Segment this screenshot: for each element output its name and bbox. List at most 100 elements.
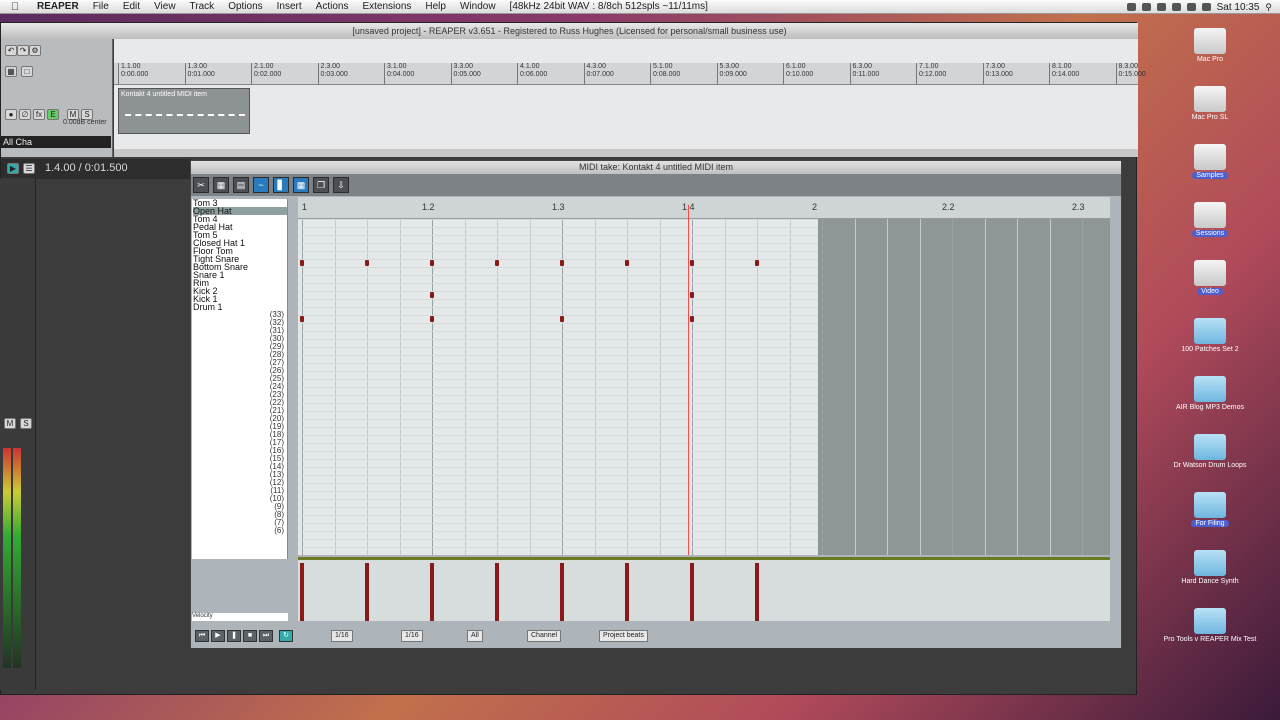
desktop-icon[interactable]: AIR Blog MP3 Demos (1140, 376, 1280, 411)
env-icon[interactable]: E (47, 109, 59, 120)
velocity-bar[interactable] (495, 563, 499, 621)
velocity-bar[interactable] (300, 563, 304, 621)
arrange-view[interactable]: 1.1.00 0:00.000 1.3.00 0:01.000 2.1.00 0:02.0… (114, 39, 1146, 157)
hat-note[interactable] (690, 260, 694, 266)
hat-note[interactable] (365, 260, 369, 266)
download-icon[interactable]: ⇩ (333, 177, 349, 193)
channel-select[interactable]: Channel (527, 630, 562, 642)
desktop-icon[interactable]: Mac Pro SL (1140, 86, 1280, 121)
piano-roll[interactable]: 11.21.31.422.22.3 (298, 197, 1110, 555)
wifi-icon[interactable] (1186, 3, 1196, 11)
clock[interactable]: Sat 10:35 (1217, 2, 1260, 13)
battery-icon[interactable] (1201, 3, 1211, 11)
menu-edit[interactable]: Edit (116, 1, 147, 12)
grid-icon[interactable]: ▦ (213, 177, 229, 193)
snap-icon[interactable]: ▦ (293, 177, 309, 193)
kick-note[interactable] (430, 316, 434, 322)
velocity-bar[interactable] (625, 563, 629, 621)
mute-icon[interactable]: M (4, 418, 16, 429)
hat-note[interactable] (495, 260, 499, 266)
menu-options[interactable]: Options (221, 1, 269, 12)
ruler-bar-label: 6.3.00 (852, 63, 872, 70)
note-number[interactable]: (6) (274, 527, 284, 535)
grid-select[interactable]: 1/16 (331, 630, 353, 642)
menu-icon[interactable]: ☰ (23, 163, 35, 174)
row-line (298, 299, 818, 300)
pause-icon[interactable]: ❚ (227, 630, 241, 642)
desktop-icon[interactable]: Mac Pro (1140, 28, 1280, 63)
horizontal-scrollbar[interactable] (114, 149, 1138, 157)
kick-note[interactable] (560, 316, 564, 322)
velocity-bar[interactable] (755, 563, 759, 621)
wave-icon[interactable]: ~ (253, 177, 269, 193)
grid-icon[interactable]: ▦ (5, 66, 17, 77)
kick-note[interactable] (690, 316, 694, 322)
desktop-icon[interactable]: Dr Watson Drum Loops (1140, 434, 1280, 469)
snare-note[interactable] (430, 292, 434, 298)
hat-note[interactable] (560, 260, 564, 266)
menu-window[interactable]: Window (453, 1, 503, 12)
ruler-time-label: 0:06.000 (520, 71, 548, 78)
tray-icon[interactable] (1141, 3, 1151, 11)
hat-note[interactable] (430, 260, 434, 266)
forward-icon[interactable]: ⏭ (259, 630, 273, 642)
velocity-lane[interactable] (298, 557, 1110, 621)
menu-help[interactable]: Help (418, 1, 453, 12)
table-icon[interactable]: ▤ (233, 177, 249, 193)
menu-insert[interactable]: Insert (270, 1, 309, 12)
loop-icon[interactable]: ↻ (279, 630, 293, 642)
tray-icon[interactable] (1156, 3, 1166, 11)
velocity-bar[interactable] (430, 563, 434, 621)
timebase-select[interactable]: Project beats (599, 630, 648, 642)
solo-icon[interactable]: S (20, 418, 32, 429)
app-menu[interactable]: REAPER (30, 1, 86, 12)
filter-select[interactable]: All (467, 630, 483, 642)
timeline-ruler[interactable]: 1.1.00 0:00.000 1.3.00 0:01.000 2.1.00 0:02.0… (114, 63, 1146, 85)
kick-note[interactable] (300, 316, 304, 322)
bars-icon[interactable]: ▋ (273, 177, 289, 193)
note-name[interactable]: Drum 1 (193, 303, 223, 312)
menu-view[interactable]: View (147, 1, 183, 12)
stop-icon[interactable]: ■ (243, 630, 257, 642)
midi-item[interactable]: Kontakt 4 untitled MIDI item (118, 88, 250, 134)
menu-actions[interactable]: Actions (309, 1, 356, 12)
velocity-bar[interactable] (560, 563, 564, 621)
lock-icon[interactable]: □ (21, 66, 33, 77)
track-name[interactable]: All Cha (1, 136, 111, 148)
rewind-icon[interactable]: ⏮ (195, 630, 209, 642)
snare-note[interactable] (690, 292, 694, 298)
redo-icon[interactable]: ↷ (17, 45, 29, 56)
menu-file[interactable]: File (86, 1, 116, 12)
desktop-icon[interactable]: Hard Dance Synth (1140, 550, 1280, 585)
bluetooth-icon[interactable] (1171, 3, 1181, 11)
menu-extensions[interactable]: Extensions (355, 1, 418, 12)
undo-icon[interactable]: ↶ (5, 45, 17, 56)
hat-note[interactable] (755, 260, 759, 266)
scissors-icon[interactable]: ✂ (193, 177, 209, 193)
cc-lane-select[interactable]: Velocity (192, 613, 288, 621)
spotlight-icon[interactable]: ⚲ (1265, 2, 1272, 13)
hat-note[interactable] (625, 260, 629, 266)
hat-note[interactable] (300, 260, 304, 266)
desktop-icon[interactable]: Samples (1140, 144, 1280, 179)
apple-icon[interactable]:  (0, 1, 30, 13)
desktop-icon[interactable]: 100 Patches Set 2 (1140, 318, 1280, 353)
velocity-bar[interactable] (690, 563, 694, 621)
note-length-select[interactable]: 1/16 (401, 630, 423, 642)
phase-icon[interactable]: ∅ (19, 109, 31, 120)
copy-icon[interactable]: ❐ (313, 177, 329, 193)
menu-track[interactable]: Track (183, 1, 222, 12)
tool-icon[interactable]: ⚙ (29, 45, 41, 56)
row-line (298, 483, 818, 484)
midi-ruler[interactable]: 11.21.31.422.22.3 (298, 197, 1110, 219)
record-arm-icon[interactable]: ● (5, 109, 17, 120)
velocity-bar[interactable] (365, 563, 369, 621)
tray-icon[interactable] (1126, 3, 1136, 11)
desktop-icon[interactable]: Sessions (1140, 202, 1280, 237)
desktop-icon[interactable]: Video (1140, 260, 1280, 295)
fx-icon[interactable]: fx (33, 109, 45, 120)
play-icon[interactable]: ▶ (211, 630, 225, 642)
desktop-icon[interactable]: Pro Tools v REAPER Mix Test (1140, 608, 1280, 643)
desktop-icon[interactable]: For Filing (1140, 492, 1280, 527)
play-icon[interactable]: ▶ (7, 163, 19, 174)
